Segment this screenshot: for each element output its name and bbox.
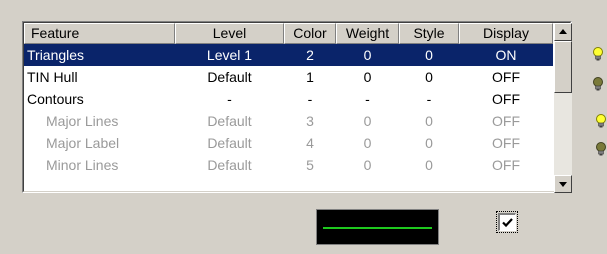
cell-display: OFF [492,113,520,129]
arrow-up-icon [559,29,567,34]
cell-weight: 0 [363,47,372,63]
cell-style: 0 [425,157,433,173]
table-row-tin-hull[interactable]: TIN Hull Default 1 0 0 OFF [24,66,553,88]
bulb-off-icon[interactable] [595,142,607,156]
table-row-contours[interactable]: Contours - - - - OFF [24,88,553,110]
cell-level: Default [207,113,252,129]
checkmark-icon [502,218,513,228]
scroll-down-button[interactable] [554,175,572,193]
cell-color: 5 [306,157,314,173]
scroll-thumb[interactable] [554,41,572,93]
cell-display: OFF [492,157,520,173]
cell-display: OFF [492,69,520,85]
arrow-down-icon [559,182,567,187]
cell-feature: Triangles [27,47,85,63]
cell-feature: Minor Lines [46,157,119,173]
table-row-triangles[interactable]: Triangles Level 1 2 0 0 ON [24,44,553,66]
feature-grid: Feature Level Color Weight Style Display… [24,23,553,176]
cell-level: Level 1 [206,47,253,63]
cell-feature: Contours [27,91,84,107]
cell-style: - [426,91,432,107]
cell-level: Default [207,69,252,85]
table-row-major-lines[interactable]: Major Lines Default 3 0 0 OFF [24,110,553,132]
cell-style: 0 [425,69,433,85]
display-checkbox[interactable] [496,211,518,233]
header-feature[interactable]: Feature [24,23,175,44]
table-row-major-label[interactable]: Major Label Default 4 0 0 OFF [24,132,553,154]
cell-weight: - [365,91,370,107]
cell-display: ON [495,47,517,63]
cell-weight: 0 [363,157,372,173]
header-color[interactable]: Color [284,23,336,44]
cell-color: 3 [306,113,314,129]
bulb-off-icon[interactable] [592,77,604,91]
cell-level: Default [207,135,252,151]
cell-feature: Major Lines [46,113,119,129]
checkbox-box [498,213,516,231]
cell-feature: TIN Hull [27,69,78,85]
cell-level: Default [207,157,252,173]
bulb-on-icon[interactable] [595,114,607,128]
cell-weight: 0 [363,113,372,129]
scroll-up-button[interactable] [554,23,572,41]
line-style-preview [316,209,439,245]
preview-line [323,227,432,229]
table-row-minor-lines[interactable]: Minor Lines Default 5 0 0 OFF [24,154,553,176]
cell-style: 0 [425,113,433,129]
cell-style: 0 [425,47,433,63]
cell-weight: 0 [363,135,372,151]
cell-color: 4 [306,135,314,151]
cell-weight: 0 [363,69,372,85]
list-header: Feature Level Color Weight Style Display [24,23,553,44]
cell-color: 2 [306,47,314,63]
header-level[interactable]: Level [175,23,284,44]
bulb-on-icon[interactable] [592,47,604,61]
cell-color: 1 [306,69,314,85]
cell-style: 0 [425,135,433,151]
cell-color: - [307,91,313,107]
cell-display: OFF [492,91,520,107]
cell-display: OFF [492,135,520,151]
header-display[interactable]: Display [459,23,553,44]
feature-list[interactable]: Feature Level Color Weight Style Display… [22,21,572,193]
cell-level: - [227,91,232,107]
cell-feature: Major Label [46,135,120,151]
header-weight[interactable]: Weight [336,23,399,44]
vertical-scrollbar[interactable] [554,23,572,193]
header-style[interactable]: Style [399,23,459,44]
